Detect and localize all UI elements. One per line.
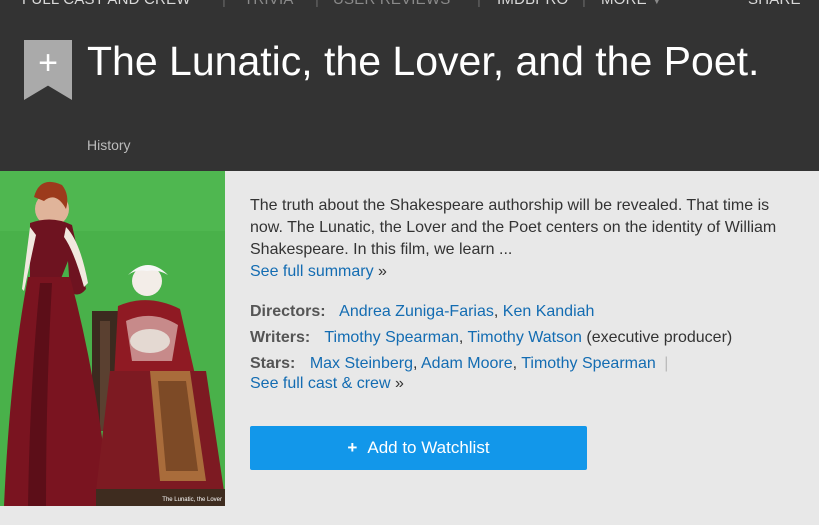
stars-row: Stars: Max Steinberg, Adam Moore, Timoth… xyxy=(250,354,740,394)
nav-more[interactable]: MORE ▼ xyxy=(601,0,662,8)
directors-row: Directors: Andrea Zuniga-Farias, Ken Kan… xyxy=(250,302,740,322)
poster-image[interactable]: The Lunatic, the Lover xyxy=(0,171,225,506)
summary-text: The truth about the Shakespeare authorsh… xyxy=(250,197,777,258)
add-to-watchlist-button[interactable]: + Add to Watchlist xyxy=(250,426,587,470)
nav-separator: | xyxy=(477,0,481,8)
nav-full-cast-crew[interactable]: FULL CAST AND CREW xyxy=(22,0,191,8)
writers-row: Writers: Timothy Spearman, Timothy Watso… xyxy=(250,328,740,348)
nav-separator: | xyxy=(222,0,226,8)
watchlist-label: Add to Watchlist xyxy=(367,438,490,457)
writer-link[interactable]: Timothy Watson xyxy=(468,329,582,346)
plot-summary: The truth about the Shakespeare authorsh… xyxy=(250,195,800,283)
list-separator: , xyxy=(412,355,418,372)
stars-label: Stars: xyxy=(250,355,296,372)
star-link[interactable]: Max Steinberg xyxy=(310,355,413,372)
nav-imdbpro[interactable]: IMDbPro xyxy=(497,0,568,8)
nav-separator: | xyxy=(582,0,586,8)
see-full-cast-link[interactable]: See full cast & crew xyxy=(250,375,391,392)
poster-illustration: The Lunatic, the Lover xyxy=(0,171,225,506)
add-to-watchlist-ribbon[interactable]: + xyxy=(24,40,72,100)
list-separator: , xyxy=(493,303,499,320)
arrow-icon: » xyxy=(394,375,404,392)
genre-link[interactable]: History xyxy=(87,137,131,153)
poster-caption: The Lunatic, the Lover xyxy=(162,497,222,503)
director-link[interactable]: Andrea Zuniga-Farias xyxy=(339,303,494,320)
see-full-summary-link[interactable]: See full summary xyxy=(250,263,374,280)
nav-trivia[interactable]: TRIVIA xyxy=(244,0,294,8)
plus-icon: + xyxy=(38,44,58,82)
list-separator: , xyxy=(512,355,518,372)
chevron-down-icon: ▼ xyxy=(651,0,662,7)
plus-icon: + xyxy=(347,438,358,457)
star-link[interactable]: Timothy Spearman xyxy=(521,355,656,372)
director-link[interactable]: Ken Kandiah xyxy=(503,303,595,320)
arrow-icon: » xyxy=(378,263,387,280)
star-link[interactable]: Adam Moore xyxy=(421,355,513,372)
directors-label: Directors: xyxy=(250,303,326,320)
writer-link[interactable]: Timothy Spearman xyxy=(324,329,459,346)
nav-user-reviews[interactable]: USER REVIEWS xyxy=(333,0,450,8)
list-separator: , xyxy=(458,329,464,346)
title-header: FULL CAST AND CREW | TRIVIA | USER REVIE… xyxy=(0,0,819,171)
credits-block: Directors: Andrea Zuniga-Farias, Ken Kan… xyxy=(250,302,810,394)
top-nav: FULL CAST AND CREW | TRIVIA | USER REVIE… xyxy=(0,0,819,11)
writer-role-note: (executive producer) xyxy=(586,329,733,346)
page-title: The Lunatic, the Lover, and the Poet. xyxy=(87,38,760,84)
nav-separator: | xyxy=(315,0,319,8)
title-overview: The truth about the Shakespeare authorsh… xyxy=(250,195,810,400)
nav-more-label: MORE xyxy=(601,0,647,8)
writers-label: Writers: xyxy=(250,329,311,346)
share-link[interactable]: SHARE xyxy=(748,0,801,8)
divider: | xyxy=(664,355,669,372)
